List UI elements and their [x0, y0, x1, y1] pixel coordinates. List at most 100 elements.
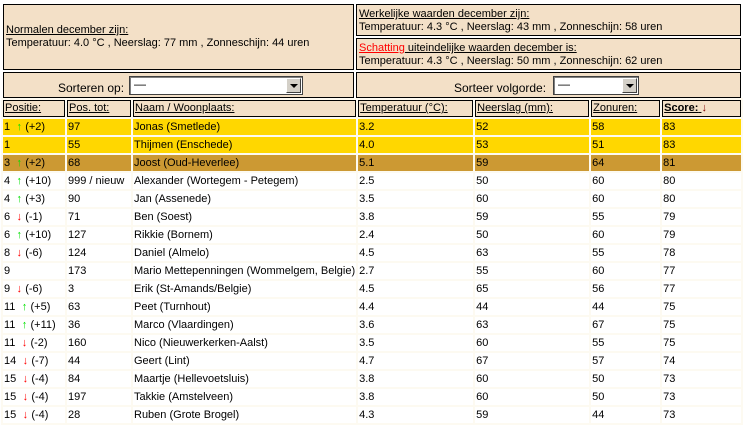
cell-zonuren: 67: [591, 317, 661, 333]
table-row: 9 ↓ (-6) 3 Erik (St-Amands/Belgie) 4.5 65 56 77: [3, 281, 741, 297]
position-change: (-2): [30, 337, 48, 349]
table-header-row: Positie: Pos. tot: Naam / Woonplaats: Te…: [3, 100, 741, 117]
cell-naam: Marco (Vlaardingen): [133, 317, 357, 333]
position-change: (+2): [25, 157, 46, 169]
estimate-link[interactable]: Schatting: [359, 42, 405, 54]
sort-panel: Sorteren op: —: [3, 72, 354, 98]
position: 15: [4, 409, 17, 421]
position: 11: [4, 337, 16, 349]
cell-temperatuur: 4.3: [358, 407, 474, 423]
cell-score: 80: [662, 191, 741, 207]
sort-value: —: [134, 77, 146, 91]
cell-pos-tot: 90: [67, 191, 131, 207]
col-pos-tot[interactable]: Pos. tot:: [67, 100, 131, 117]
dropdown-arrow-icon[interactable]: [622, 78, 637, 93]
position-change: (-6): [25, 247, 43, 259]
arrow-down-icon: ↓: [16, 283, 22, 295]
cell-score: 83: [662, 137, 741, 153]
cell-temperatuur: 2.4: [358, 227, 474, 243]
cell-neerslag: 65: [475, 281, 590, 297]
cell-naam: Alexander (Wortegem - Petegem): [133, 173, 357, 189]
cell-zonuren: 44: [591, 407, 661, 423]
table-row: 6 ↑ (+10) 127 Rikkie (Bornem) 2.4 50 60 79: [3, 227, 741, 243]
cell-naam: Geert (Lint): [133, 353, 357, 369]
table-row: 4 ↑ (+3) 90 Jan (Assenede) 3.5 60 60 80: [3, 191, 741, 207]
normals-text: Temperatuur: 4.0 °C , Neerslag: 77 mm , …: [6, 37, 310, 49]
cell-temperatuur: 4.5: [358, 281, 474, 297]
position-change: (+11): [30, 319, 56, 331]
position-change: (-6): [25, 283, 43, 295]
cell-temperatuur: 3.5: [358, 335, 474, 351]
cell-temperatuur: 4.4: [358, 299, 474, 315]
cell-neerslag: 63: [475, 317, 590, 333]
cell-score: 73: [662, 407, 741, 423]
col-zonuren[interactable]: Zonuren:: [591, 100, 661, 117]
cell-temperatuur: 2.5: [358, 173, 474, 189]
position-change: (+10): [25, 175, 52, 187]
col-positie[interactable]: Positie:: [3, 100, 65, 117]
cell-neerslag: 50: [475, 173, 590, 189]
cell-naam: Erik (St-Amands/Belgie): [133, 281, 357, 297]
arrow-down-icon: ↓: [21, 337, 28, 349]
estimate-panel: Schatting uiteindelijke waarden december…: [356, 38, 741, 70]
position: 9: [4, 265, 11, 277]
cell-pos-tot: 197: [67, 389, 131, 405]
cell-positie: 15 ↓ (-4): [3, 407, 65, 423]
table-row: 1 55 Thijmen (Enschede) 4.0 53 51 83: [3, 137, 741, 153]
cell-positie: 3 ↑ (+2): [3, 155, 65, 171]
position: 11: [4, 319, 16, 331]
position: 14: [4, 355, 17, 367]
arrow-down-icon: ↓: [16, 211, 22, 223]
actual-title: Werkelijke waarden december zijn:: [359, 8, 530, 20]
table-row: 8 ↓ (-6) 124 Daniel (Almelo) 4.5 63 55 78: [3, 245, 741, 261]
cell-positie: 15 ↓ (-4): [3, 371, 65, 387]
cell-neerslag: 60: [475, 335, 590, 351]
sort-select[interactable]: —: [129, 76, 303, 95]
position: 6: [4, 211, 11, 223]
col-temperatuur[interactable]: Temperatuur (°C):: [358, 100, 474, 117]
col-neerslag[interactable]: Neerslag (mm):: [475, 100, 590, 117]
cell-naam: Peet (Turnhout): [133, 299, 357, 315]
ranking-table: Positie: Pos. tot: Naam / Woonplaats: Te…: [1, 98, 743, 425]
position: 8: [4, 247, 11, 259]
cell-zonuren: 60: [591, 191, 661, 207]
cell-neerslag: 67: [475, 353, 590, 369]
arrow-up-icon: ↑: [16, 121, 22, 133]
cell-positie: 6 ↓ (-1): [3, 209, 65, 225]
cell-zonuren: 60: [591, 227, 661, 243]
cell-naam: Nico (Nieuwerkerken-Aalst): [133, 335, 357, 351]
cell-pos-tot: 127: [67, 227, 131, 243]
cell-score: 74: [662, 353, 741, 369]
cell-temperatuur: 2.7: [358, 263, 474, 279]
cell-positie: 1 ↑ (+2): [3, 119, 65, 135]
cell-temperatuur: 3.6: [358, 317, 474, 333]
normals-title: Normalen december zijn:: [6, 24, 129, 36]
table-row: 14 ↓ (-7) 44 Geert (Lint) 4.7 67 57 74: [3, 353, 741, 369]
arrow-up-icon: ↑: [16, 229, 22, 241]
dropdown-arrow-icon[interactable]: [286, 78, 301, 93]
table-row: 11 ↓ (-2) 160 Nico (Nieuwerkerken-Aalst) 3.5…: [3, 335, 741, 351]
sort-desc-arrow-icon: ↓: [701, 102, 707, 114]
col-score-label: Score:: [664, 102, 699, 114]
col-score[interactable]: Score: ↓: [662, 100, 741, 117]
cell-score: 77: [662, 281, 741, 297]
position: 3: [4, 157, 11, 169]
col-naam[interactable]: Naam / Woonplaats:: [133, 100, 357, 117]
cell-score: 75: [662, 299, 741, 315]
cell-naam: Joost (Oud-Heverlee): [133, 155, 357, 171]
position-change: (+2): [25, 121, 46, 133]
cell-naam: Jan (Assenede): [133, 191, 357, 207]
normals-panel: Normalen december zijn: Temperatuur: 4.0…: [3, 4, 354, 70]
arrow-up-icon: ↑: [16, 157, 22, 169]
cell-pos-tot: 124: [67, 245, 131, 261]
order-panel: Sorteer volgorde: —: [356, 72, 741, 98]
arrow-up-icon: ↑: [16, 175, 22, 187]
cell-temperatuur: 3.8: [358, 371, 474, 387]
cell-pos-tot: 63: [67, 299, 131, 315]
cell-positie: 11 ↓ (-2): [3, 335, 65, 351]
cell-score: 75: [662, 335, 741, 351]
cell-naam: Mario Mettepenningen (Wommelgem, Belgie): [133, 263, 357, 279]
table-row: 9 173 Mario Mettepenningen (Wommelgem, Be…: [3, 263, 741, 279]
order-select[interactable]: —: [553, 76, 639, 95]
table-row: 15 ↓ (-4) 197 Takkie (Amstelveen) 3.8 60 50 73: [3, 389, 741, 405]
